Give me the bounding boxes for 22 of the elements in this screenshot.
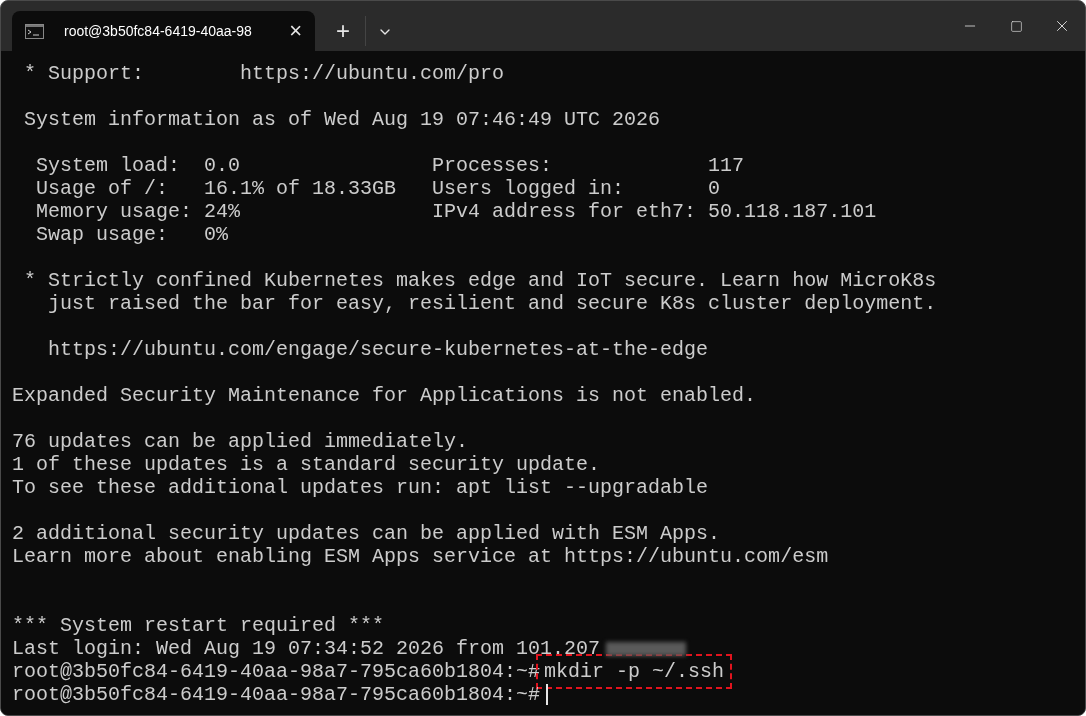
tab-close-button[interactable]: × — [289, 20, 302, 42]
terminal-line: Expanded Security Maintenance for Applications is not enabled. — [12, 384, 757, 407]
terminal-line: Memory usage: 24% IPv4 address for eth7: 50.118.187.101 — [35, 200, 877, 223]
terminal-line: Usage of /: 16.1% of 18.33GB Users logged in: 0 — [35, 177, 721, 200]
terminal-line: Learn more about enabling ESM Apps service at https://ubuntu.com/esm — [12, 545, 829, 568]
terminal-line: * Strictly confined Kubernetes makes edge and IoT secure. Learn how MicroK8s — [23, 269, 937, 292]
terminal-line: https://ubuntu.com/engage/secure-kubernetes-at-the-edge — [47, 338, 709, 361]
terminal-line: just raised the bar for easy, resilient and secure K8s cluster deployment. — [47, 292, 937, 315]
terminal-icon — [25, 23, 44, 39]
terminal-line: System load: 0.0 Processes: 117 — [35, 154, 745, 177]
terminal-tab[interactable]: root@3b50fc84-6419-40aa-98 × — [12, 11, 315, 51]
terminal-line: System information as of Wed Aug 19 07:46:49 UTC 2026 — [23, 108, 661, 131]
terminal-line: To see these additional updates run: apt list --upgradable — [12, 476, 709, 499]
tab-title: root@3b50fc84-6419-40aa-98 — [64, 21, 252, 41]
terminal-line: * Support: https://ubuntu.com/pro — [23, 62, 505, 85]
terminal-line: Swap usage: 0% — [35, 223, 229, 246]
maximize-icon[interactable] — [1009, 19, 1023, 33]
terminal-line: 2 additional security updates can be applied with ESM Apps. — [12, 522, 721, 545]
terminal-line: *** System restart required *** — [12, 614, 385, 637]
terminal-line: 1 of these updates is a standard security update. — [12, 453, 601, 476]
new-tab-button[interactable]: + — [329, 17, 357, 45]
terminal-line: 76 updates can be applied immediately. — [12, 430, 469, 453]
